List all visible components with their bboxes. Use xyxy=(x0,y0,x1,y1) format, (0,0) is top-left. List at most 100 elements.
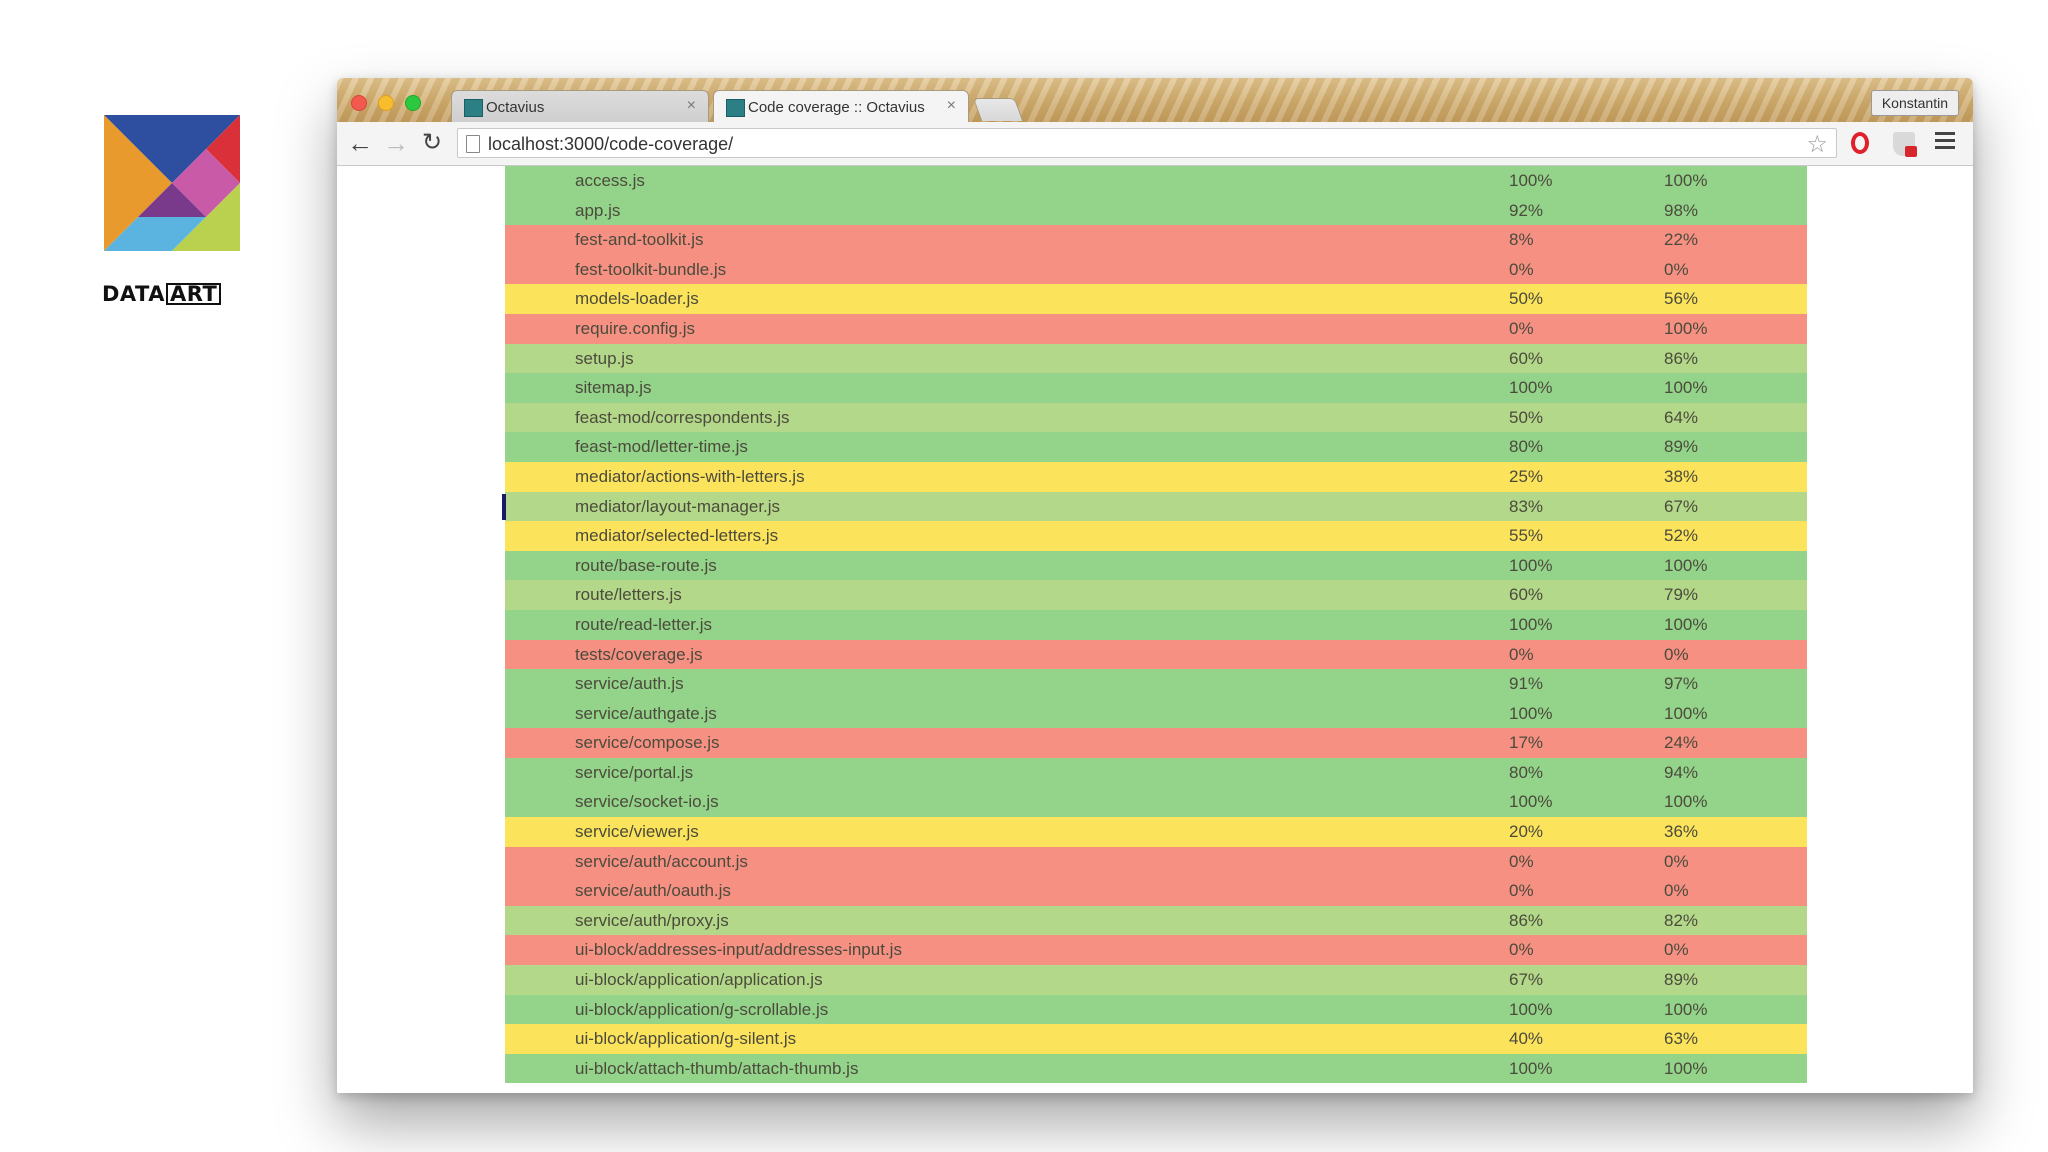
file-name[interactable]: mediator/actions-with-letters.js xyxy=(575,467,805,487)
close-window-button[interactable] xyxy=(351,95,367,111)
file-name[interactable]: ui-block/application/application.js xyxy=(575,970,823,990)
file-name[interactable]: ui-block/attach-thumb/attach-thumb.js xyxy=(575,1059,858,1079)
table-row[interactable]: route/read-letter.js 100% 100% xyxy=(505,609,1807,640)
file-name[interactable]: service/socket-io.js xyxy=(575,792,719,812)
table-row[interactable]: ui-block/application/g-scrollable.js 100%… xyxy=(505,994,1807,1025)
file-name[interactable]: app.js xyxy=(575,201,620,221)
table-row[interactable]: route/base-route.js 100% 100% xyxy=(505,550,1807,581)
coverage-percent-1: 25% xyxy=(1509,466,1544,486)
reload-icon[interactable]: ↻ xyxy=(417,128,447,158)
file-name[interactable]: ui-block/addresses-input/addresses-input… xyxy=(575,940,902,960)
table-row[interactable]: feast-mod/correspondents.js 50% 64% xyxy=(505,402,1807,433)
coverage-percent-2: 100% xyxy=(1664,378,1708,398)
logo-text-art: ART xyxy=(166,283,222,305)
file-name[interactable]: fest-toolkit-bundle.js xyxy=(575,260,726,280)
url-text[interactable]: localhost:3000/code-coverage/ xyxy=(488,134,733,155)
file-name[interactable]: service/auth/proxy.js xyxy=(575,911,729,931)
minimize-window-button[interactable] xyxy=(378,95,394,111)
coverage-percent-2: 100% xyxy=(1664,614,1708,634)
table-row[interactable]: tests/coverage.js 0% 0% xyxy=(505,639,1807,670)
coverage-percent-2: 24% xyxy=(1664,733,1699,753)
file-name[interactable]: fest-and-toolkit.js xyxy=(575,230,704,250)
tab-octavius[interactable]: Octavius × xyxy=(451,90,709,122)
table-row[interactable]: models-loader.js 50% 56% xyxy=(505,284,1807,314)
table-row[interactable]: service/auth/oauth.js 0% 0% xyxy=(505,876,1807,906)
table-row[interactable]: mediator/layout-manager.js 83% 67% xyxy=(502,491,1807,522)
opera-extension-icon[interactable] xyxy=(1851,132,1869,154)
table-row[interactable]: ui-block/application/g-silent.js 40% 63% xyxy=(505,1024,1807,1054)
profile-button[interactable]: Konstantin xyxy=(1870,90,1959,116)
table-row[interactable]: service/compose.js 17% 24% xyxy=(505,728,1807,758)
coverage-percent-1: 86% xyxy=(1509,910,1544,930)
file-name[interactable]: feast-mod/correspondents.js xyxy=(575,408,790,428)
coverage-percent-1: 60% xyxy=(1509,348,1544,368)
file-name[interactable]: access.js xyxy=(575,171,645,191)
table-row[interactable]: sitemap.js 100% 100% xyxy=(505,373,1807,403)
table-row[interactable]: fest-toolkit-bundle.js 0% 0% xyxy=(505,254,1807,285)
file-name[interactable]: require.config.js xyxy=(575,319,695,339)
file-name[interactable]: service/auth.js xyxy=(575,674,684,694)
close-tab-icon[interactable]: × xyxy=(947,97,956,115)
table-row[interactable]: access.js 100% 100% xyxy=(505,166,1807,196)
table-row[interactable]: mediator/actions-with-letters.js 25% 38% xyxy=(505,461,1807,492)
file-name[interactable]: service/auth/oauth.js xyxy=(575,881,731,901)
table-row[interactable]: feast-mod/letter-time.js 80% 89% xyxy=(505,432,1807,462)
table-row[interactable]: service/authgate.js 100% 100% xyxy=(505,698,1807,729)
table-row[interactable]: app.js 92% 98% xyxy=(505,195,1807,226)
file-name[interactable]: ui-block/application/g-silent.js xyxy=(575,1029,796,1049)
new-tab-button[interactable] xyxy=(972,98,1024,121)
back-arrow-icon[interactable]: ← xyxy=(345,128,375,158)
file-name[interactable]: models-loader.js xyxy=(575,289,699,309)
file-name[interactable]: service/portal.js xyxy=(575,763,693,783)
file-name[interactable]: sitemap.js xyxy=(575,378,652,398)
coverage-percent-1: 100% xyxy=(1509,703,1553,723)
file-name[interactable]: mediator/layout-manager.js xyxy=(575,497,780,517)
file-name[interactable]: feast-mod/letter-time.js xyxy=(575,437,748,457)
menu-icon[interactable] xyxy=(1935,132,1955,152)
file-name[interactable]: service/authgate.js xyxy=(575,704,717,724)
forward-arrow-icon[interactable]: → xyxy=(381,128,411,158)
table-row[interactable]: route/letters.js 60% 79% xyxy=(505,580,1807,610)
table-row[interactable]: ui-block/attach-thumb/attach-thumb.js 100… xyxy=(505,1053,1807,1084)
coverage-percent-1: 50% xyxy=(1509,289,1544,309)
table-row[interactable]: require.config.js 0% 100% xyxy=(505,313,1807,344)
coverage-percent-2: 82% xyxy=(1664,910,1699,930)
coverage-percent-2: 100% xyxy=(1664,703,1708,723)
file-name[interactable]: service/compose.js xyxy=(575,733,720,753)
maximize-window-button[interactable] xyxy=(405,95,421,111)
file-name[interactable]: ui-block/application/g-scrollable.js xyxy=(575,1000,828,1020)
file-name[interactable]: tests/coverage.js xyxy=(575,645,703,665)
bookmark-star-icon[interactable]: ☆ xyxy=(1806,130,1828,159)
table-row[interactable]: service/viewer.js 20% 36% xyxy=(505,817,1807,847)
table-row[interactable]: service/auth/proxy.js 86% 82% xyxy=(505,905,1807,936)
coverage-percent-2: 0% xyxy=(1664,940,1689,960)
file-name[interactable]: route/read-letter.js xyxy=(575,615,712,635)
coverage-percent-1: 67% xyxy=(1509,970,1544,990)
table-row[interactable]: mediator/selected-letters.js 55% 52% xyxy=(505,521,1807,551)
table-row[interactable]: service/portal.js 80% 94% xyxy=(505,757,1807,788)
file-name[interactable]: service/auth/account.js xyxy=(575,852,748,872)
file-name[interactable]: route/letters.js xyxy=(575,585,682,605)
table-row[interactable]: service/auth.js 91% 97% xyxy=(505,669,1807,699)
table-row[interactable]: fest-and-toolkit.js 8% 22% xyxy=(505,225,1807,255)
file-name[interactable]: route/base-route.js xyxy=(575,556,717,576)
coverage-percent-1: 8% xyxy=(1509,230,1534,250)
coverage-percent-1: 100% xyxy=(1509,171,1553,190)
file-name[interactable]: setup.js xyxy=(575,349,634,369)
table-row[interactable]: setup.js 60% 86% xyxy=(505,343,1807,374)
table-row[interactable]: service/socket-io.js 100% 100% xyxy=(505,787,1807,818)
file-name[interactable]: service/viewer.js xyxy=(575,822,699,842)
file-name[interactable]: mediator/selected-letters.js xyxy=(575,526,778,546)
table-row[interactable]: ui-block/addresses-input/addresses-input… xyxy=(505,935,1807,966)
close-tab-icon[interactable]: × xyxy=(687,97,696,115)
coverage-percent-1: 0% xyxy=(1509,644,1534,664)
logo-wordmark: DATA ART xyxy=(102,282,242,306)
coverage-percent-2: 100% xyxy=(1664,555,1708,575)
coverage-percent-2: 64% xyxy=(1664,407,1699,427)
browser-titlebar: Octavius × Code coverage :: Octavius × K… xyxy=(337,78,1973,122)
address-bar[interactable]: localhost:3000/code-coverage/ ☆ xyxy=(457,128,1837,158)
table-row[interactable]: ui-block/application/application.js 67% 89… xyxy=(505,965,1807,995)
tab-code-coverage[interactable]: Code coverage :: Octavius × xyxy=(713,90,969,122)
table-row[interactable]: service/auth/account.js 0% 0% xyxy=(505,846,1807,877)
coverage-percent-2: 63% xyxy=(1664,1029,1699,1049)
